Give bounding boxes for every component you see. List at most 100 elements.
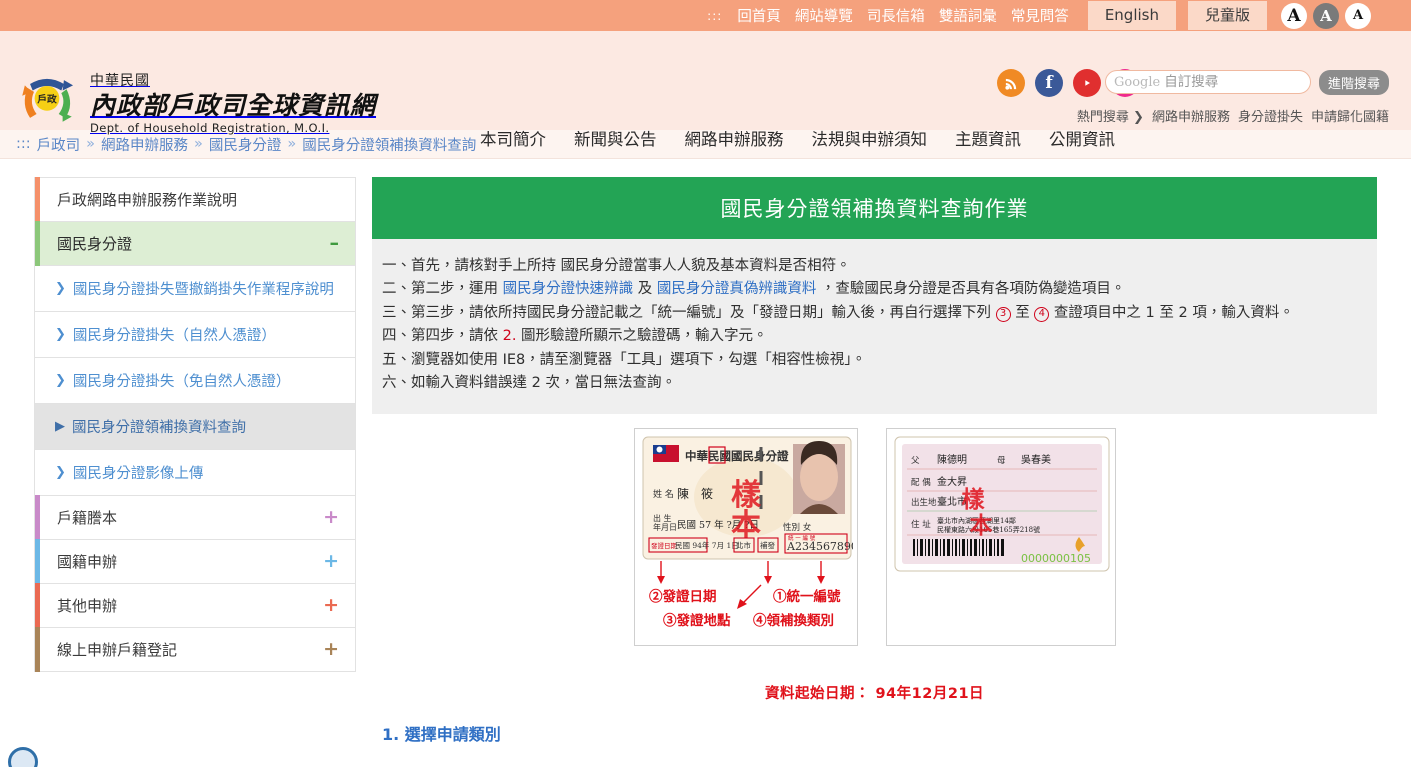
svg-text:樣: 樣: [961, 486, 985, 513]
chevron-right-icon: ❯: [55, 327, 66, 342]
sidebar-item-id-image-upload[interactable]: ❯ 國民身分證影像上傳: [34, 450, 356, 496]
sidebar-section-label: 國民身分證: [57, 235, 133, 253]
svg-text:住 址: 住 址: [911, 519, 931, 530]
nav-item-about[interactable]: 本司簡介: [480, 126, 546, 150]
rss-icon[interactable]: [997, 69, 1025, 97]
accent-bar: [35, 177, 40, 222]
nav-item-online-services[interactable]: 網路申辦服務: [685, 126, 784, 150]
font-size-small-button[interactable]: A: [1345, 2, 1371, 29]
nav-item-open-info[interactable]: 公開資訊: [1049, 126, 1115, 150]
svg-text:補發: 補發: [760, 540, 775, 550]
topbar-link-bilingual-glossary[interactable]: 雙語詞彙: [939, 5, 997, 26]
hot-search-item-naturalization[interactable]: 申請歸化國籍: [1311, 106, 1389, 125]
breadcrumb-item-0[interactable]: 戶政司: [37, 134, 81, 155]
brand-title: 內政部戶政司全球資訊網: [90, 90, 377, 120]
data-start-date: 資料起始日期： 94年12月21日: [764, 685, 985, 702]
breadcrumb-item-1[interactable]: 網路申辦服務: [101, 134, 188, 155]
triangle-right-icon: ▶: [55, 419, 65, 434]
annotation-id-number: ①統一編號: [773, 588, 841, 605]
sidebar-item-id-lost-without-cert[interactable]: ❯ 國民身分證掛失（免自然人憑證）: [34, 358, 356, 404]
household-registration-logo-icon: 戶政: [14, 71, 80, 127]
sidebar-section-label: 其他申辦: [57, 597, 118, 615]
site-header: 戶政 中華民國 內政部戶政司全球資訊網 Dept. of Household R…: [0, 31, 1411, 149]
breadcrumb-separator: »: [194, 136, 203, 152]
search-box[interactable]: Google: [1105, 70, 1352, 94]
step-1-heading: 1. 選擇申請類別: [382, 724, 501, 744]
link-authenticity-data[interactable]: 國民身分證真偽辨識資料: [657, 281, 817, 297]
breadcrumb-separator: »: [86, 136, 96, 152]
advanced-search-button[interactable]: 進階搜尋: [1318, 70, 1389, 95]
nav-item-topics[interactable]: 主題資訊: [955, 126, 1021, 150]
font-size-medium-button[interactable]: A: [1313, 2, 1339, 29]
sidebar-section-service-instructions[interactable]: 戶政網路申辦服務作業說明: [34, 177, 356, 222]
english-version-button[interactable]: English: [1087, 1, 1176, 30]
svg-text:戶政: 戶政: [37, 92, 57, 105]
sidebar-menu: 戶政網路申辦服務作業說明 國民身分證 – ❯ 國民身分證掛失暨撤銷掛失作業程序說…: [34, 177, 356, 745]
sidebar-section-label: 戶政網路申辦服務作業說明: [57, 191, 238, 209]
nav-item-regulations[interactable]: 法規與申辦須知: [812, 126, 928, 150]
hot-search-label: 熱門搜尋 ❯: [1076, 110, 1144, 125]
instruction-line-4: 四、第四步，請依 2. 圖形驗證所顯示之驗證碼，輸入字元。: [382, 328, 768, 345]
expand-plus-icon[interactable]: +: [323, 596, 339, 615]
chevron-right-icon: ❯: [1133, 110, 1144, 125]
instruction-line-1: 一、首先，請核對手上所持 國民身分證當事人人貌及基本資料是否相符。: [382, 258, 851, 274]
expand-plus-icon[interactable]: +: [323, 640, 339, 659]
sidebar-section-other-applications[interactable]: 其他申辦 +: [34, 583, 356, 628]
accent-bar: [35, 221, 40, 266]
card-serial-number: 0000000105: [1021, 552, 1091, 565]
kids-version-button[interactable]: 兒童版: [1187, 1, 1267, 30]
sidebar-item-id-lost-procedure[interactable]: ❯ 國民身分證掛失暨撤銷掛失作業程序說明: [34, 266, 356, 312]
chevron-right-icon: ❯: [55, 373, 66, 388]
svg-text:陳 筱: 陳 筱: [677, 487, 713, 501]
chevron-right-icon: ❯: [55, 465, 66, 480]
top-utility-bar: ::: 回首頁 網站導覽 司長信箱 雙語詞彙 常見問答 English 兒童版 …: [0, 0, 1411, 31]
sidebar-item-id-reissue-query[interactable]: ▶ 國民身分證領補換資料查詢: [34, 404, 356, 450]
facebook-icon[interactable]: f: [1035, 69, 1063, 97]
annotation-reissue-type: ④領補換類別: [753, 612, 834, 629]
sample-id-cards: 中華民國國民身分證 姓 名 陳 筱 出 生 年月日 民國 57 年 ?月 ?日 …: [372, 413, 1377, 654]
font-size-large-button[interactable]: A: [1281, 2, 1307, 29]
accessibility-widget-icon[interactable]: [8, 747, 38, 767]
hot-search-item-id-lost[interactable]: 身分證掛失: [1238, 106, 1303, 125]
breadcrumb-item-2[interactable]: 國民身分證: [209, 134, 282, 155]
hot-search-item-online-services[interactable]: 網路申辦服務: [1152, 106, 1230, 125]
instruction-line-2: 二、第二步，運用 國民身分證快速辨識 及 國民身分證真偽辨識資料 ，查驗國民身分…: [382, 281, 1126, 298]
instruction-line-5: 五、瀏覽器如使用 IE8，請至瀏覽器「工具」選項下，勾選「相容性檢視」。: [382, 351, 867, 368]
circled-number-4: 4: [1034, 306, 1050, 322]
link-quick-identification[interactable]: 國民身分證快速辨識: [503, 281, 634, 297]
nav-item-news[interactable]: 新聞與公告: [574, 126, 657, 150]
sidebar-section-national-id[interactable]: 國民身分證 –: [34, 221, 356, 266]
sidebar-section-online-household-registration[interactable]: 線上申辦戶籍登記 +: [34, 627, 356, 672]
svg-text:配 偶: 配 偶: [911, 477, 931, 488]
font-size-controls: A A A: [1281, 2, 1371, 29]
youtube-icon[interactable]: [1073, 69, 1101, 97]
id-card-front-sample: 中華民國國民身分證 姓 名 陳 筱 出 生 年月日 民國 57 年 ?月 ?日 …: [633, 427, 858, 646]
instructions-block: 一、首先，請核對手上所持 國民身分證當事人人貌及基本資料是否相符。 二、第二步，…: [372, 239, 1377, 414]
sidebar-item-id-lost-with-cert[interactable]: ❯ 國民身分證掛失（自然人憑證）: [34, 312, 356, 358]
breadcrumb-item-3[interactable]: 國民身分證領補換資料查詢: [302, 134, 476, 155]
site-logo-link[interactable]: 戶政 中華民國 內政部戶政司全球資訊網 Dept. of Household R…: [14, 71, 376, 135]
svg-text:姓 名: 姓 名: [653, 488, 674, 500]
topbar-link-sitemap[interactable]: 網站導覽: [795, 5, 853, 26]
annotation-issue-place: ③發證地點: [663, 612, 731, 629]
svg-text:父: 父: [911, 456, 920, 466]
topbar-link-faq[interactable]: 常見問答: [1011, 5, 1069, 26]
expand-plus-icon[interactable]: +: [323, 508, 339, 527]
sidebar-section-household-transcript[interactable]: 戶籍謄本 +: [34, 495, 356, 540]
expand-plus-icon[interactable]: +: [323, 552, 339, 571]
collapse-minus-icon[interactable]: –: [330, 234, 340, 253]
svg-text:民國 94年 7月 1日: 民國 94年 7月 1日: [675, 540, 739, 550]
sidebar-section-label: 線上申辦戶籍登記: [57, 641, 178, 659]
page-title: 國民身分證領補換資料查詢作業: [372, 177, 1377, 239]
sidebar-section-nationality-application[interactable]: 國籍申辦 +: [34, 539, 356, 584]
topbar-link-home[interactable]: 回首頁: [737, 5, 781, 26]
svg-text:年月日: 年月日: [653, 522, 677, 532]
sidebar-item-label: 國民身分證掛失（免自然人憑證）: [72, 374, 291, 390]
page-layout: 戶政網路申辦服務作業說明 國民身分證 – ❯ 國民身分證掛失暨撤銷掛失作業程序說…: [0, 159, 1411, 745]
topbar-link-director-mailbox[interactable]: 司長信箱: [867, 5, 925, 26]
annotation-issue-date: ②發證日期: [649, 588, 717, 605]
google-wordmark: Google: [1114, 74, 1161, 90]
id-card-back-sample: 父 陳德明 母 吳春美 配 偶 金大昇 出生地 臺北市 住 址 臺北市內湖區西湖…: [885, 427, 1116, 646]
search-input[interactable]: [1164, 74, 1336, 90]
svg-text:A234567890: A234567890: [786, 540, 853, 553]
